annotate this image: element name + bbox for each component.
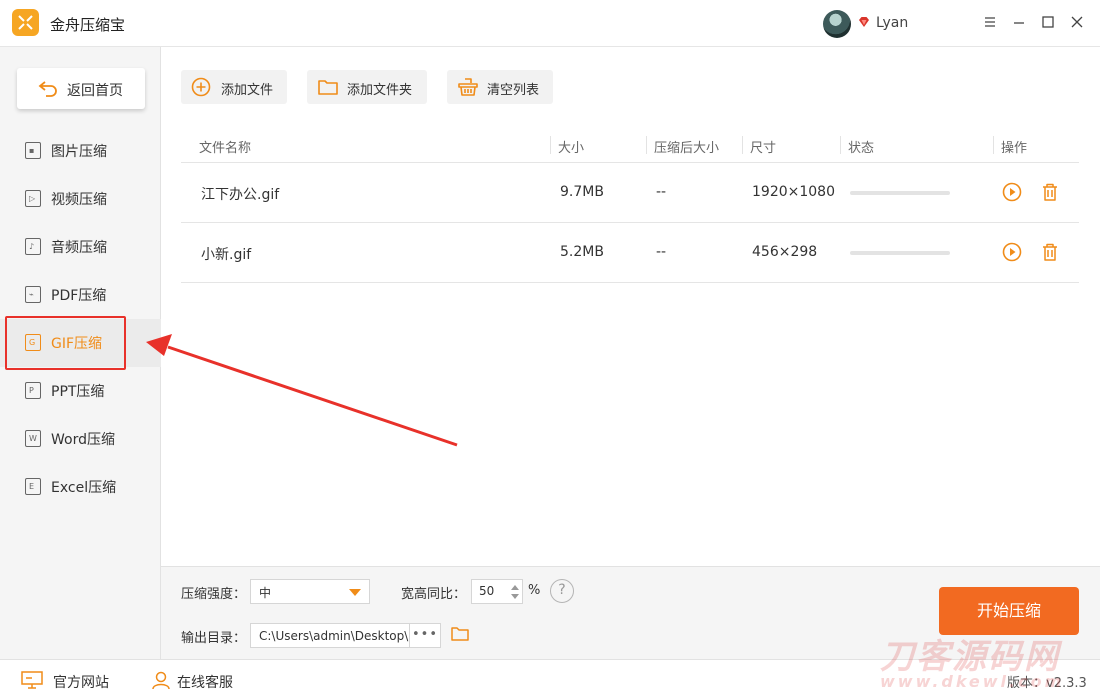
column-header-status: 状态: [848, 141, 875, 156]
user-avatar[interactable]: [823, 10, 851, 38]
image-icon: ▪: [25, 142, 41, 159]
column-header-compressed-size: 压缩后大小: [654, 141, 720, 156]
sidebar-item-pdf[interactable]: ⌁ PDF压缩: [0, 271, 161, 319]
column-header-size: 大小: [558, 141, 585, 156]
add-folder-label: 添加文件夹: [347, 83, 413, 98]
annotation-highlight-box: [5, 316, 126, 370]
output-path-field[interactable]: C:\Users\admin\Desktop\: [250, 623, 410, 648]
watermark-url: www.dkewl.com: [880, 672, 1065, 691]
sidebar-item-image[interactable]: ▪ 图片压缩: [0, 127, 161, 175]
online-support-label: 在线客服: [177, 675, 233, 691]
compressed-size: --: [656, 244, 667, 260]
title-bar: 金舟压缩宝 Lyan: [0, 0, 1100, 47]
output-path-value: C:\Users\admin\Desktop\: [259, 629, 409, 643]
watermark: 刀客源码网 www.dkewl.com: [880, 640, 1064, 690]
column-divider: [840, 136, 841, 154]
basket-icon: [458, 78, 478, 96]
add-folder-button[interactable]: 添加文件夹: [307, 70, 427, 104]
column-header-name: 文件名称: [199, 141, 252, 156]
file-name: 小新.gif: [201, 247, 252, 263]
sidebar-item-excel[interactable]: E Excel压缩: [0, 463, 161, 511]
column-divider: [742, 136, 743, 154]
progress-bar: [850, 191, 950, 195]
app-logo-icon: [12, 9, 39, 36]
file-dimensions: 1920×1080: [752, 184, 835, 200]
column-header-actions: 操作: [1001, 141, 1028, 156]
sidebar-item-word[interactable]: W Word压缩: [0, 415, 161, 463]
browse-button[interactable]: •••: [409, 623, 441, 648]
open-folder-icon[interactable]: [450, 624, 470, 644]
close-icon[interactable]: [1069, 14, 1085, 30]
minimize-icon[interactable]: [1011, 14, 1027, 30]
play-icon[interactable]: [1001, 241, 1023, 263]
ratio-label: 宽高同比：: [401, 587, 467, 602]
sidebar-item-label: 视频压缩: [51, 192, 107, 208]
chevron-down-icon: [349, 589, 361, 596]
official-website-label: 官方网站: [53, 675, 109, 691]
official-website-link[interactable]: 官方网站: [20, 670, 109, 694]
strength-label: 压缩强度：: [181, 587, 247, 602]
table-row[interactable]: 江下办公.gif 9.7MB -- 1920×1080: [181, 163, 1079, 223]
video-icon: ▷: [25, 190, 41, 207]
username[interactable]: Lyan: [876, 15, 908, 31]
spin-down-icon[interactable]: [511, 594, 519, 599]
file-table-header: 文件名称 大小 压缩后大小 尺寸 状态 操作: [181, 131, 1079, 163]
sidebar-item-label: 音频压缩: [51, 240, 107, 256]
strength-select[interactable]: 中: [250, 579, 370, 604]
clear-list-button[interactable]: 清空列表: [447, 70, 553, 104]
menu-icon[interactable]: [982, 14, 998, 30]
sidebar-item-label: PDF压缩: [51, 288, 107, 304]
folder-icon: [318, 80, 338, 95]
file-name: 江下办公.gif: [201, 187, 280, 203]
compressed-size: --: [656, 184, 667, 200]
column-header-dimensions: 尺寸: [750, 141, 777, 156]
watermark-title: 刀客源码网: [880, 637, 1060, 677]
sidebar-item-label: 图片压缩: [51, 144, 107, 160]
file-size: 9.7MB: [560, 184, 604, 200]
add-file-button[interactable]: 添加文件: [181, 70, 287, 104]
ppt-icon: P: [25, 382, 41, 399]
excel-icon: E: [25, 478, 41, 495]
sidebar-item-ppt[interactable]: P PPT压缩: [0, 367, 161, 415]
column-divider: [646, 136, 647, 154]
sidebar-item-video[interactable]: ▷ 视频压缩: [0, 175, 161, 223]
table-row[interactable]: 小新.gif 5.2MB -- 456×298: [181, 223, 1079, 283]
vip-gem-icon: [859, 17, 869, 27]
audio-icon: ♪: [25, 238, 41, 255]
file-dimensions: 456×298: [752, 244, 818, 260]
help-icon[interactable]: ?: [550, 579, 574, 603]
file-size: 5.2MB: [560, 244, 604, 260]
ratio-value: 50: [479, 584, 495, 598]
ratio-unit: %: [528, 583, 541, 598]
trash-icon[interactable]: [1039, 241, 1061, 263]
back-home-button[interactable]: 返回首页: [17, 68, 145, 109]
maximize-icon[interactable]: [1040, 14, 1056, 30]
online-support-link[interactable]: 在线客服: [150, 670, 233, 694]
sidebar-item-label: Word压缩: [51, 432, 115, 448]
progress-bar: [850, 251, 950, 255]
monitor-icon: [21, 671, 43, 689]
add-circle-icon: [191, 77, 211, 97]
support-person-icon: [152, 671, 170, 690]
clear-list-label: 清空列表: [487, 83, 540, 98]
word-icon: W: [25, 430, 41, 447]
column-divider: [550, 136, 551, 154]
app-window: 金舟压缩宝 Lyan 返回首页 ▪ 图片压缩 ▷ 视频压缩 ♪ 音频压缩 ⌁ P…: [0, 0, 1100, 700]
play-icon[interactable]: [1001, 181, 1023, 203]
sidebar-item-audio[interactable]: ♪ 音频压缩: [0, 223, 161, 271]
spin-up-icon[interactable]: [511, 585, 519, 590]
ratio-stepper[interactable]: 50: [471, 579, 523, 604]
start-compress-button[interactable]: 开始压缩: [939, 587, 1079, 635]
app-title: 金舟压缩宝: [50, 16, 126, 34]
trash-icon[interactable]: [1039, 181, 1061, 203]
strength-value: 中: [259, 586, 272, 600]
back-arrow-icon: [38, 81, 57, 97]
add-file-label: 添加文件: [221, 83, 274, 98]
pdf-icon: ⌁: [25, 286, 41, 303]
sidebar-item-label: PPT压缩: [51, 384, 105, 400]
column-divider: [993, 136, 994, 154]
output-dir-label: 输出目录：: [181, 631, 247, 646]
back-home-label: 返回首页: [67, 83, 123, 99]
sidebar-item-label: Excel压缩: [51, 480, 117, 496]
